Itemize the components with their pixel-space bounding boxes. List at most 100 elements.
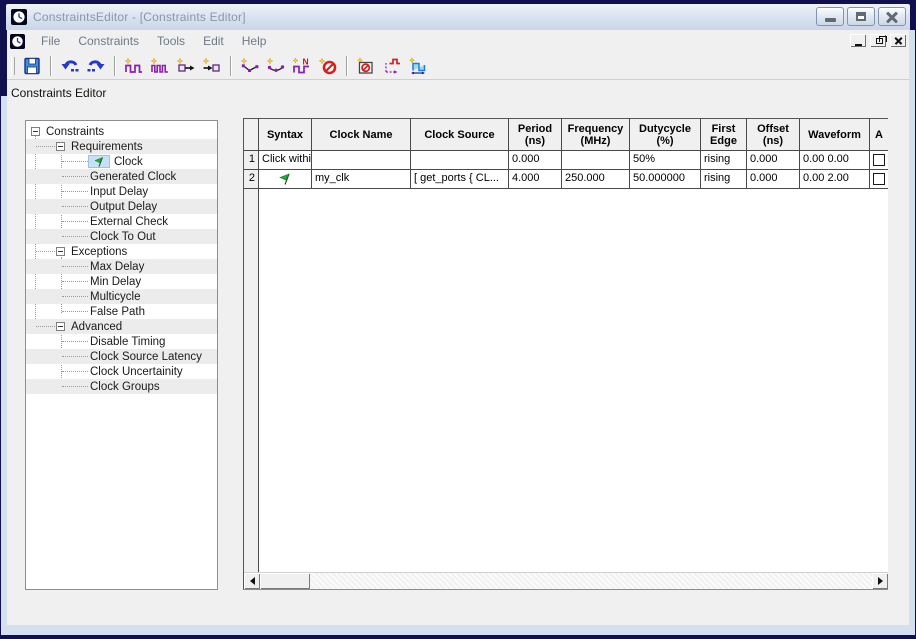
tree-item-label: Clock Groups xyxy=(90,381,160,393)
add-input-delay-button[interactable] xyxy=(174,54,198,78)
tree-item-external-check[interactable]: External Check xyxy=(26,214,217,229)
restore-button[interactable] xyxy=(847,7,875,26)
scroll-left-icon xyxy=(250,577,255,585)
horizontal-scrollbar[interactable] xyxy=(244,572,888,589)
multicycle-icon: N xyxy=(292,56,312,76)
toolbar-separator xyxy=(114,56,116,76)
scrollbar-track[interactable] xyxy=(310,573,872,589)
tree-item-label: Clock Source Latency xyxy=(90,351,202,363)
waveform-cell[interactable]: 0.00 2.00 xyxy=(800,170,870,189)
tree-item-false-path[interactable]: False Path xyxy=(26,304,217,319)
tree-item-exceptions[interactable]: Exceptions xyxy=(26,244,217,259)
min-delay-icon xyxy=(266,56,286,76)
tree-item-generated-clock[interactable]: Generated Clock xyxy=(26,169,217,184)
add-disable-timing-button[interactable] xyxy=(354,54,378,78)
clock-source-cell[interactable] xyxy=(411,151,509,170)
syntax-cell[interactable] xyxy=(259,170,312,189)
add-max-delay-button[interactable] xyxy=(238,54,262,78)
scroll-right-button[interactable] xyxy=(872,573,888,589)
title-bar[interactable]: ConstraintsEditor - [Constraints Editor] xyxy=(6,4,910,30)
collapse-icon[interactable] xyxy=(56,322,65,331)
clock-source-cell[interactable]: [ get_ports { CL... xyxy=(411,170,509,189)
tree-item-min-delay[interactable]: Min Delay xyxy=(26,274,217,289)
toolbar-separator xyxy=(230,56,232,76)
menu-file[interactable]: File xyxy=(32,31,69,51)
frequency-cell[interactable] xyxy=(562,151,630,170)
table-row-my-clk[interactable]: 2 my_clk [ get_ports { CL... 4.000 250.0… xyxy=(244,170,888,189)
dutycycle-cell[interactable]: 50% xyxy=(630,151,701,170)
clock-name-cell[interactable] xyxy=(312,151,411,170)
header-syntax: Syntax xyxy=(259,119,312,151)
collapse-icon[interactable] xyxy=(31,127,40,136)
tree-item-clock-to-out[interactable]: Clock To Out xyxy=(26,229,217,244)
add-clock-constraint-button[interactable] xyxy=(122,54,146,78)
add-multicycle-button[interactable]: N xyxy=(290,54,314,78)
menu-edit[interactable]: Edit xyxy=(194,31,233,51)
toolbar-gripper[interactable] xyxy=(11,57,15,75)
row-number-cell[interactable]: 1 xyxy=(244,151,259,170)
add-checkbox[interactable] xyxy=(873,154,885,166)
collapse-icon[interactable] xyxy=(56,142,65,151)
add-cell xyxy=(870,151,888,170)
add-false-path-button[interactable] xyxy=(316,54,340,78)
mdi-restore-button[interactable] xyxy=(869,33,887,48)
header-clock-name: Clock Name xyxy=(312,119,411,151)
first-edge-cell[interactable]: rising xyxy=(701,151,747,170)
add-clock-uncertainty-button[interactable] xyxy=(406,54,430,78)
false-path-icon xyxy=(318,56,338,76)
add-output-delay-button[interactable] xyxy=(200,54,224,78)
scrollbar-thumb[interactable] xyxy=(260,573,310,589)
offset-cell[interactable]: 0.000 xyxy=(747,170,800,189)
menu-constraints[interactable]: Constraints xyxy=(69,31,148,51)
period-cell[interactable]: 4.000 xyxy=(509,170,562,189)
mdi-minimize-button[interactable] xyxy=(849,33,867,48)
window-title: ConstraintsEditor - [Constraints Editor] xyxy=(33,10,246,24)
tree-item-requirements[interactable]: Requirements xyxy=(26,139,217,154)
tree-item-disable-timing[interactable]: Disable Timing xyxy=(26,334,217,349)
output-delay-icon xyxy=(202,56,222,76)
close-button[interactable] xyxy=(878,7,906,26)
tree-item-clock-source-latency[interactable]: Clock Source Latency xyxy=(26,349,217,364)
dutycycle-cell[interactable]: 50.000000 xyxy=(630,170,701,189)
tree-item-clock-groups[interactable]: Clock Groups xyxy=(26,379,217,394)
tree-item-clock-uncertainity[interactable]: Clock Uncertainity xyxy=(26,364,217,379)
add-generated-clock-button[interactable] xyxy=(148,54,172,78)
tree-item-multicycle[interactable]: Multicycle xyxy=(26,289,217,304)
minimize-button[interactable] xyxy=(816,7,844,26)
menu-tools[interactable]: Tools xyxy=(148,31,194,51)
tree-item-clock[interactable]: Clock xyxy=(26,154,217,169)
collapse-icon[interactable] xyxy=(56,247,65,256)
scroll-left-button[interactable] xyxy=(244,573,260,589)
tree-item-input-delay[interactable]: Input Delay xyxy=(26,184,217,199)
table-row-new-constraint[interactable]: 1 Click within 0.000 50% rising 0.000 0.… xyxy=(244,151,888,170)
tree-item-label: Multicycle xyxy=(90,291,140,303)
waveform-cell[interactable]: 0.00 0.00 xyxy=(800,151,870,170)
menu-help[interactable]: Help xyxy=(233,31,276,51)
add-clock-source-latency-button[interactable] xyxy=(380,54,404,78)
row-number-cell[interactable]: 2 xyxy=(244,170,259,189)
client-area: File Constraints Tools Edit Help xyxy=(7,30,909,625)
max-delay-icon xyxy=(240,56,260,76)
undo-button[interactable] xyxy=(58,54,82,78)
tree-item-output-delay[interactable]: Output Delay xyxy=(26,199,217,214)
green-flag-icon xyxy=(93,156,105,168)
save-button[interactable] xyxy=(20,54,44,78)
corner-header-cell xyxy=(244,119,259,151)
tree-item-max-delay[interactable]: Max Delay xyxy=(26,259,217,274)
redo-button[interactable] xyxy=(84,54,108,78)
tree-item-constraints[interactable]: Constraints xyxy=(26,124,217,139)
first-edge-cell[interactable]: rising xyxy=(701,170,747,189)
header-offset: Offset(ns) xyxy=(747,119,800,151)
mdi-close-button[interactable] xyxy=(889,33,907,48)
add-min-delay-button[interactable] xyxy=(264,54,288,78)
clock-name-cell[interactable]: my_clk xyxy=(312,170,411,189)
period-cell[interactable]: 0.000 xyxy=(509,151,562,170)
mdi-clock-icon[interactable] xyxy=(10,34,25,49)
add-checkbox[interactable] xyxy=(873,173,885,185)
syntax-cell[interactable]: Click within xyxy=(259,151,312,170)
tree-item-label: Max Delay xyxy=(90,261,144,273)
tree-item-advanced[interactable]: Advanced xyxy=(26,319,217,334)
offset-cell[interactable]: 0.000 xyxy=(747,151,800,170)
frequency-cell[interactable]: 250.000 xyxy=(562,170,630,189)
add-cell xyxy=(870,170,888,189)
